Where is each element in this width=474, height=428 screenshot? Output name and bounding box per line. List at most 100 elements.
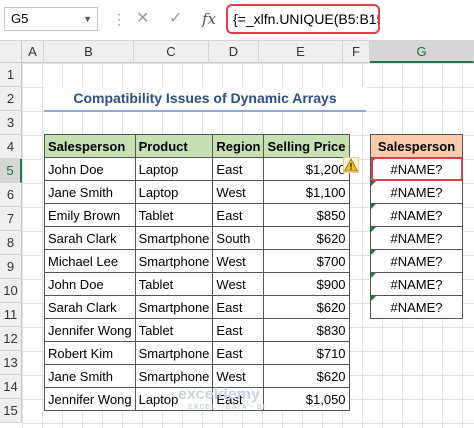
row-header-3[interactable]: 3 (0, 111, 22, 135)
row-header-5[interactable]: 5 (0, 159, 22, 183)
output-value: #NAME? (390, 276, 443, 292)
header-selling-price[interactable]: Selling Price (263, 134, 350, 158)
cell-region[interactable]: East (212, 341, 265, 365)
cell-salesperson[interactable]: Jennifer Wong (44, 387, 136, 411)
cell-product[interactable]: Smartphone (134, 364, 214, 388)
row-header-8[interactable]: 8 (0, 231, 22, 255)
header-region[interactable]: Region (212, 134, 265, 158)
cell-salesperson[interactable]: John Doe (44, 272, 136, 296)
cell-product[interactable]: Tablet (134, 318, 214, 342)
row-header-2[interactable]: 2 (0, 87, 22, 111)
row-header-7[interactable]: 7 (0, 207, 22, 231)
error-indicator-icon (371, 250, 376, 255)
warning-icon[interactable] (343, 157, 359, 173)
formula-input[interactable]: {=_xlfn.UNIQUE(B5:B15)} (226, 4, 380, 34)
cell-region[interactable]: East (212, 157, 265, 181)
name-box[interactable]: G5 ▼ (4, 7, 98, 31)
row-header-1[interactable]: 1 (0, 63, 22, 87)
row-header-4[interactable]: 4 (0, 135, 22, 159)
cell-selling-price[interactable]: $1,200 (263, 157, 350, 181)
cell-region[interactable]: West (212, 180, 265, 204)
table-row: Emily Brown Tablet East $850 (44, 203, 350, 227)
row-header-14[interactable]: 14 (0, 375, 22, 399)
cell-salesperson[interactable]: Jane Smith (44, 364, 136, 388)
output-value: #NAME? (390, 230, 443, 246)
table-row: Michael Lee Smartphone West $700 (44, 249, 350, 273)
cell-salesperson[interactable]: John Doe (44, 157, 136, 181)
output-cell[interactable]: #NAME? (370, 203, 463, 227)
column-header-d[interactable]: D (209, 41, 259, 63)
insert-function-icon[interactable]: fx (202, 9, 216, 29)
row-header-15[interactable]: 15 (0, 399, 22, 423)
cell-product[interactable]: Laptop (134, 157, 214, 181)
cell-product[interactable]: Smartphone (134, 295, 214, 319)
column-header-e[interactable]: E (259, 41, 343, 63)
cell-product[interactable]: Tablet (134, 203, 214, 227)
table-header-row: Salesperson Product Region Selling Price (44, 134, 350, 158)
output-cell[interactable]: #NAME? (370, 295, 463, 319)
cell-region[interactable]: East (212, 295, 265, 319)
row-header-10[interactable]: 10 (0, 279, 22, 303)
cell-selling-price[interactable]: $1,050 (263, 387, 350, 411)
output-header[interactable]: Salesperson (370, 134, 463, 158)
row-header-12[interactable]: 12 (0, 327, 22, 351)
table-row: Sarah Clark Smartphone South $620 (44, 226, 350, 250)
cell-selling-price[interactable]: $620 (263, 295, 350, 319)
output-row: #NAME? (370, 203, 463, 227)
enter-icon[interactable]: ✓ (169, 9, 182, 29)
column-header-b[interactable]: B (44, 41, 134, 63)
cell-region[interactable]: West (212, 364, 265, 388)
cell-selling-price[interactable]: $710 (263, 341, 350, 365)
cell-salesperson[interactable]: Sarah Clark (44, 295, 136, 319)
selected-cell-outline (371, 157, 463, 181)
table-row: John Doe Tablet West $900 (44, 272, 350, 296)
cell-product[interactable]: Smartphone (134, 249, 214, 273)
table-row: John Doe Laptop East $1,200 (44, 157, 350, 181)
chevron-down-icon[interactable]: ▼ (83, 8, 92, 30)
cell-product[interactable]: Laptop (134, 180, 214, 204)
cell-salesperson[interactable]: Michael Lee (44, 249, 136, 273)
header-salesperson[interactable]: Salesperson (44, 134, 136, 158)
output-row: #NAME? (370, 295, 463, 319)
cell-salesperson[interactable]: Robert Kim (44, 341, 136, 365)
cell-product[interactable]: Tablet (134, 272, 214, 296)
name-box-value: G5 (11, 11, 29, 26)
cell-region[interactable]: South (212, 226, 265, 250)
output-row: #NAME? (370, 272, 463, 296)
cell-salesperson[interactable]: Jennifer Wong (44, 318, 136, 342)
cell-salesperson[interactable]: Emily Brown (44, 203, 136, 227)
cell-salesperson[interactable]: Jane Smith (44, 180, 136, 204)
watermark-name: exceldemy (178, 386, 260, 403)
cell-selling-price[interactable]: $850 (263, 203, 350, 227)
formula-bar: G5 ▼ ⋮ ✕ ✓ fx {=_xlfn.UNIQUE(B5:B15)} (0, 0, 474, 41)
cell-region[interactable]: East (212, 318, 265, 342)
column-header-f[interactable]: F (343, 41, 370, 63)
header-product[interactable]: Product (134, 134, 214, 158)
row-header-6[interactable]: 6 (0, 183, 22, 207)
row-header-9[interactable]: 9 (0, 255, 22, 279)
cell-selling-price[interactable]: $900 (263, 272, 350, 296)
cell-region[interactable]: East (212, 203, 265, 227)
output-cell[interactable]: #NAME? (370, 226, 463, 250)
row-header-11[interactable]: 11 (0, 303, 22, 327)
column-header-a[interactable]: A (22, 41, 44, 63)
cell-selling-price[interactable]: $620 (263, 364, 350, 388)
cancel-icon[interactable]: ✕ (136, 9, 149, 29)
column-header-c[interactable]: C (134, 41, 209, 63)
cell-product[interactable]: Smartphone (134, 341, 214, 365)
cell-region[interactable]: West (212, 272, 265, 296)
output-cell[interactable]: #NAME? (370, 249, 463, 273)
formula-bar-grip-icon[interactable]: ⋮ (112, 12, 126, 26)
cell-salesperson[interactable]: Sarah Clark (44, 226, 136, 250)
select-all-corner[interactable] (0, 41, 22, 63)
column-header-g[interactable]: G (370, 41, 474, 63)
row-header-13[interactable]: 13 (0, 351, 22, 375)
cell-selling-price[interactable]: $830 (263, 318, 350, 342)
output-cell[interactable]: #NAME? (370, 272, 463, 296)
output-cell[interactable]: #NAME? (370, 180, 463, 204)
cell-region[interactable]: West (212, 249, 265, 273)
cell-selling-price[interactable]: $620 (263, 226, 350, 250)
cell-selling-price[interactable]: $1,100 (263, 180, 350, 204)
cell-product[interactable]: Smartphone (134, 226, 214, 250)
cell-selling-price[interactable]: $700 (263, 249, 350, 273)
